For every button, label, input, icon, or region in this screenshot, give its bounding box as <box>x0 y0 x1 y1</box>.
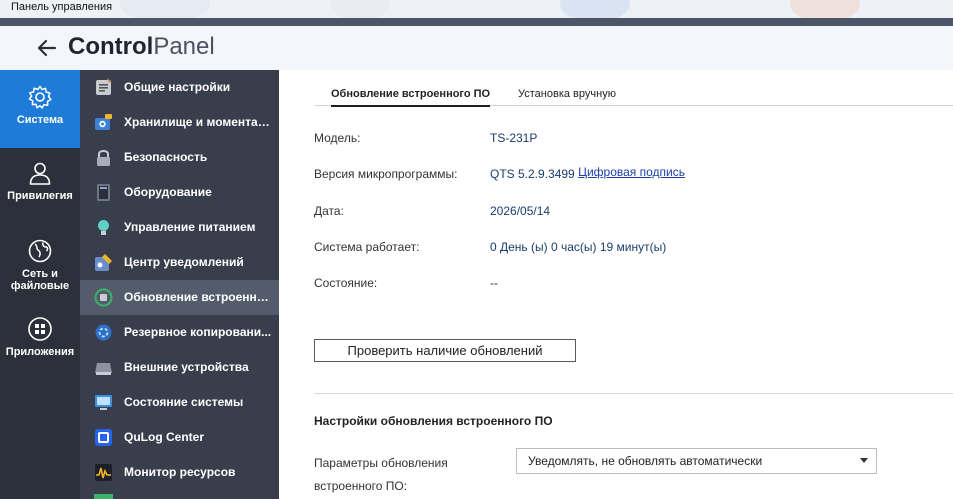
power-bulb-icon <box>98 220 109 235</box>
update-mode-select[interactable]: Уведомлять, не обновлять автоматически <box>516 448 877 474</box>
top-band <box>0 18 953 26</box>
apps-grid-icon <box>28 317 52 341</box>
check-updates-button[interactable]: Проверить наличие обновлений <box>314 339 576 362</box>
app-title-bold: Control <box>68 33 154 60</box>
resource-monitor-icon <box>95 464 112 481</box>
tab-bar: Обновление встроенного ПО Установка вруч… <box>315 84 953 107</box>
tab-firmware-update[interactable]: Обновление встроенного ПО <box>331 88 491 107</box>
firmware-version-label: Версия микропрограммы: <box>314 167 458 181</box>
qulog-icon <box>95 429 112 446</box>
window-title-bar: Панель управления <box>0 0 953 18</box>
menu-label: Центр уведомлений <box>124 255 244 269</box>
firmware-version-text: QTS 5.2.9.3499 <box>490 167 575 181</box>
app-header: ControlPanel <box>0 26 953 71</box>
update-params-label-line2: встроенного ПО: <box>314 479 408 493</box>
user-icon <box>29 162 51 185</box>
menu-item-power[interactable]: Управление питанием <box>80 210 279 245</box>
menu-label: QuLog Center <box>124 430 204 444</box>
notification-center-icon <box>95 254 112 271</box>
menu-item-system-status[interactable]: Состояние системы <box>80 385 279 420</box>
window-title: Панель управления <box>11 1 113 13</box>
uptime-value: 0 День (ы) 0 час(ы) 19 минут(ы) <box>490 240 667 254</box>
system-status-icon <box>95 395 112 410</box>
hardware-icon <box>97 184 110 201</box>
menu-item-resource-monitor[interactable]: Монитор ресурсов <box>80 455 279 490</box>
uptime-label: Система работает: <box>314 240 420 254</box>
general-settings-icon <box>96 78 111 95</box>
divider <box>314 393 953 394</box>
category-rail: Система Привилегия Сеть и файловые Прило… <box>0 70 80 499</box>
menu-item-general-settings[interactable]: Общие настройки <box>80 70 279 105</box>
digital-signature-link[interactable]: Цифровая подпись <box>578 165 685 179</box>
menu-item-external-devices[interactable]: Внешние устройства <box>80 350 279 385</box>
rail-item-apps[interactable]: Приложения <box>0 310 80 366</box>
menu-label: Хранилище и моментал... <box>124 115 274 129</box>
rail-label: Сеть и файловые <box>10 268 70 292</box>
update-mode-value: Уведомлять, не обновлять автоматически <box>528 454 763 468</box>
backup-icon <box>95 324 112 341</box>
globe-icon <box>28 239 52 263</box>
status-label: Состояние: <box>314 276 378 290</box>
menu-label: Монитор ресурсов <box>124 465 236 479</box>
menu-label: Внешние устройства <box>124 360 249 374</box>
tab-manual-install[interactable]: Установка вручную <box>518 88 616 105</box>
menu-item-partial <box>94 494 113 499</box>
menu-item-backup[interactable]: Резервное копировани... <box>80 315 279 350</box>
rail-item-privilege[interactable]: Привилегия <box>0 154 80 214</box>
background-decoration <box>120 0 210 18</box>
background-decoration <box>790 0 860 18</box>
menu-label: Безопасность <box>124 150 208 164</box>
rail-item-system[interactable]: Система <box>0 70 80 148</box>
menu-label: Управление питанием <box>124 220 256 234</box>
rail-item-network[interactable]: Сеть и файловые <box>0 232 80 298</box>
update-params-label-line1: Параметры обновления <box>314 456 448 470</box>
menu-label: Резервное копировани... <box>124 325 272 339</box>
update-settings-title: Настройки обновления встроенного ПО <box>314 414 553 428</box>
menu-item-storage[interactable]: Хранилище и моментал... <box>80 105 279 140</box>
update-params-label: Параметры обновления встроенного ПО: <box>314 452 484 498</box>
firmware-version-value: QTS 5.2.9.3499 Цифровая подпись <box>490 165 685 181</box>
back-arrow-icon[interactable] <box>36 37 58 59</box>
menu-item-notification-center[interactable]: Центр уведомлений <box>80 245 279 280</box>
gear-icon <box>28 85 52 109</box>
menu-item-hardware[interactable]: Оборудование <box>80 175 279 210</box>
menu-item-firmware-update[interactable]: Обновление встроенно... <box>80 280 279 315</box>
menu-label: Общие настройки <box>124 80 231 94</box>
rail-label: Привилегия <box>7 190 73 202</box>
app-title-light: Panel <box>153 33 215 60</box>
rail-label: Система <box>16 114 64 126</box>
settings-menu: Общие настройки Хранилище и моментал... … <box>80 70 279 499</box>
app-title: ControlPanel <box>68 32 215 62</box>
model-value: TS-231P <box>490 131 538 145</box>
chevron-down-icon <box>860 458 868 463</box>
menu-item-security[interactable]: Безопасность <box>80 140 279 175</box>
lock-icon <box>97 150 110 166</box>
menu-label: Оборудование <box>124 185 212 199</box>
menu-label: Обновление встроенно... <box>124 290 274 304</box>
background-decoration <box>560 0 630 18</box>
background-decoration <box>330 0 390 18</box>
menu-label: Состояние системы <box>124 395 244 409</box>
firmware-update-icon <box>94 288 113 307</box>
storage-snapshots-icon <box>95 114 112 130</box>
rail-label: Приложения <box>5 346 75 358</box>
status-value: -- <box>490 276 498 290</box>
main-content: Обновление встроенного ПО Установка вруч… <box>279 70 953 499</box>
date-label: Дата: <box>314 204 344 218</box>
external-device-icon <box>95 363 112 375</box>
model-label: Модель: <box>314 131 361 145</box>
menu-item-qulog-center[interactable]: QuLog Center <box>80 420 279 455</box>
date-value: 2026/05/14 <box>490 204 551 218</box>
